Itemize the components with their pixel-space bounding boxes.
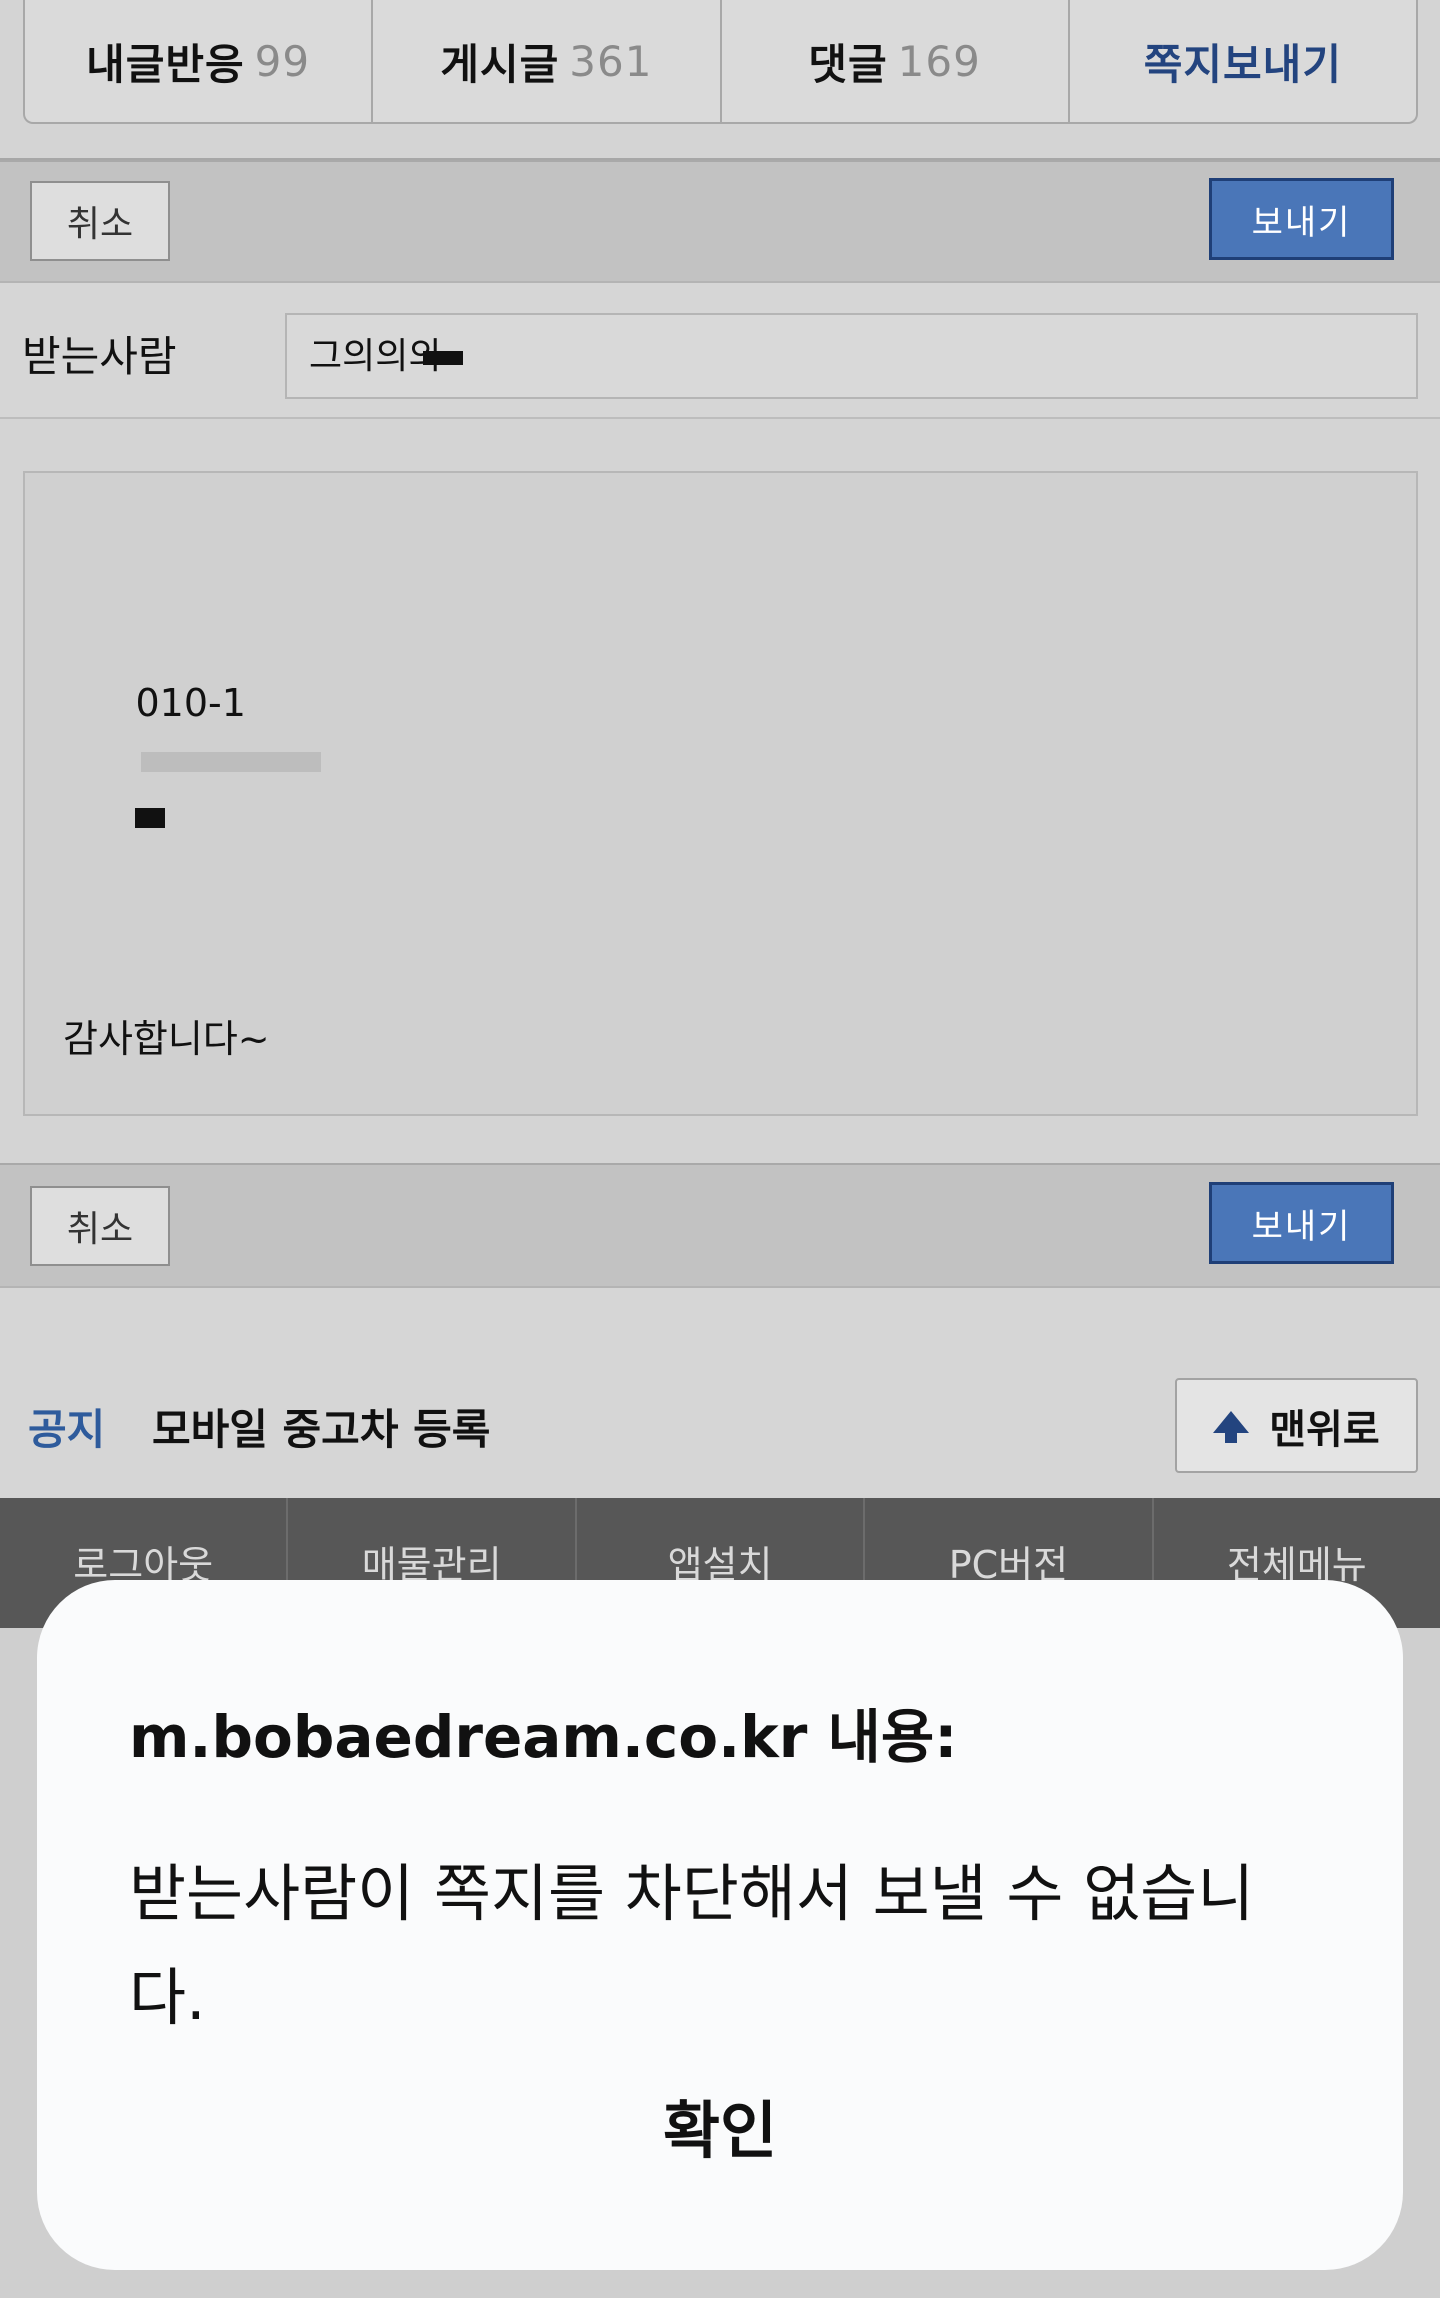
dialog-title: m.bobaedream.co.kr 내용: <box>129 1703 958 1771</box>
top-action-bar: 취소 보내기 <box>0 160 1440 283</box>
redaction-mark <box>141 751 322 772</box>
recipient-row: 받는사람 그의의의 <box>0 283 1440 419</box>
tab-label: 쪽지보내기 <box>1143 39 1342 89</box>
tab-count: 169 <box>897 36 981 86</box>
notice-tag: 공지 <box>28 1405 106 1454</box>
notice-link[interactable]: 모바일 중고차 등록 <box>152 1396 490 1457</box>
ok-button[interactable]: 확인 <box>37 2080 1403 2170</box>
tab-send-message[interactable]: 쪽지보내기 <box>1070 0 1416 122</box>
message-line-1: 010-1 <box>63 619 1378 899</box>
tab-comments[interactable]: 댓글 169 <box>722 0 1070 122</box>
scroll-top-label: 맨위로 <box>1269 1406 1380 1453</box>
tab-label: 댓글 <box>808 39 888 89</box>
message-textarea[interactable]: 010-1 감사합니다~ <box>23 471 1418 1116</box>
recipient-label: 받는사람 <box>22 332 177 381</box>
send-button[interactable]: 보내기 <box>1209 178 1394 260</box>
message-line-2: 감사합니다~ <box>63 1017 270 1061</box>
recipient-field[interactable]: 그의의의 <box>285 313 1418 399</box>
recipient-value: 그의의의 <box>309 336 442 377</box>
alert-dialog: m.bobaedream.co.kr 내용: 받는사람이 쪽지를 차단해서 보낼… <box>37 1580 1403 2270</box>
message-compose-page: 내글반응 99 게시글 361 댓글 169 쪽지보내기 취소 보내기 받는사람… <box>0 0 1440 2298</box>
tab-label: 게시글 <box>440 39 560 89</box>
redaction-mark <box>422 351 463 365</box>
cancel-button[interactable]: 취소 <box>30 181 170 261</box>
tab-label: 내글반응 <box>86 39 245 89</box>
tab-count: 361 <box>569 36 653 86</box>
redaction-mark <box>135 807 166 828</box>
cancel-button[interactable]: 취소 <box>30 1186 170 1266</box>
profile-tabs: 내글반응 99 게시글 361 댓글 169 쪽지보내기 <box>23 0 1418 124</box>
notice-row: 공지 모바일 중고차 등록 맨위로 <box>0 1288 1440 1498</box>
bottom-action-bar: 취소 보내기 <box>0 1163 1440 1288</box>
dialog-message: 받는사람이 쪽지를 차단해서 보낼 수 없습니다. <box>129 1857 1255 2034</box>
arrow-up-icon <box>1213 1410 1250 1443</box>
tab-count: 99 <box>254 36 311 86</box>
message-phone: 010-1 <box>135 681 246 725</box>
tab-posts[interactable]: 게시글 361 <box>373 0 722 122</box>
send-button[interactable]: 보내기 <box>1209 1182 1394 1264</box>
scroll-top-button[interactable]: 맨위로 <box>1175 1378 1418 1473</box>
tab-reactions[interactable]: 내글반응 99 <box>25 0 374 122</box>
